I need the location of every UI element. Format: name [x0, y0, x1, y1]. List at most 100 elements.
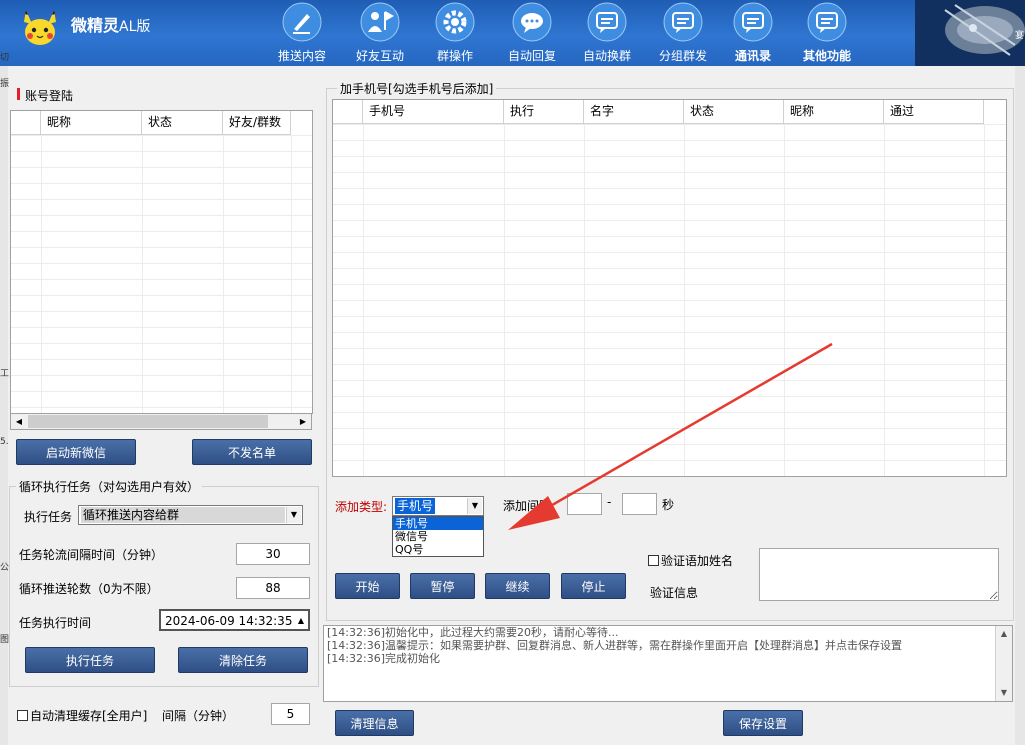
grid-line — [984, 124, 985, 476]
verify-name-label: 验证语加姓名 — [661, 554, 734, 568]
task-select-value: 循环推送内容给群 — [81, 507, 285, 523]
checkbox-icon[interactable] — [648, 555, 659, 566]
pause-button[interactable]: 暂停 — [410, 573, 475, 599]
nav-group-ops[interactable]: 群操作 — [418, 2, 492, 64]
column-header-status[interactable]: 状态 — [684, 100, 784, 124]
dropdown-option[interactable]: 微信号 — [393, 530, 483, 543]
add-type-value: 手机号 — [395, 498, 436, 514]
grid-line — [291, 135, 292, 413]
nav-friend-interact[interactable]: 好友互动 — [343, 2, 417, 64]
scroll-up-icon[interactable]: ▲ — [996, 626, 1012, 642]
exec-time-picker[interactable]: 2024-06-09 14:32:35 ▲ — [159, 609, 310, 631]
scroll-thumb[interactable] — [28, 415, 268, 428]
nav-group-broadcast[interactable]: 分组群发 — [646, 2, 720, 64]
account-table[interactable]: 昵称 状态 好友/群数 — [10, 110, 313, 414]
table-header: 手机号 执行 名字 状态 昵称 通过 — [333, 100, 984, 124]
scroll-down-icon[interactable]: ▼ — [996, 685, 1012, 701]
column-header-phone[interactable]: 手机号 — [363, 100, 504, 124]
grid-line — [223, 135, 224, 413]
grid-line — [363, 124, 364, 476]
interval-input[interactable] — [236, 543, 310, 565]
interval-min-input[interactable] — [567, 493, 602, 515]
run-task-button[interactable]: 执行任务 — [25, 647, 155, 673]
grid-line — [684, 124, 685, 476]
stop-button[interactable]: 停止 — [561, 573, 626, 599]
add-type-dropdown[interactable]: 手机号 微信号 QQ号 — [392, 516, 484, 557]
edge-text: 宴 — [1015, 31, 1025, 41]
pen-icon — [282, 2, 322, 42]
seconds-unit: 秒 — [662, 498, 675, 512]
nav-other-functions[interactable]: 其他功能 — [790, 2, 864, 64]
nav-push-content[interactable]: 推送内容 — [265, 2, 339, 64]
user-flag-icon — [360, 2, 400, 42]
edge-text: 振 — [0, 79, 10, 89]
interval-max-input[interactable] — [622, 493, 657, 515]
grid-line — [504, 124, 505, 476]
rounds-input[interactable] — [236, 577, 310, 599]
column-header-status[interactable]: 状态 — [142, 111, 223, 135]
resume-button[interactable]: 继续 — [485, 573, 550, 599]
nav-auto-reply[interactable]: 自动回复 — [495, 2, 569, 64]
log-line: [14:32:36]完成初始化 — [327, 652, 440, 665]
column-header-name[interactable]: 名字 — [584, 100, 684, 124]
grid-line — [784, 124, 785, 476]
verify-info-input[interactable] — [759, 548, 999, 601]
phone-table[interactable]: 手机号 执行 名字 状态 昵称 通过 — [332, 99, 1007, 477]
log-panel[interactable]: [14:32:36]初始化中，此过程大约需要20秒，请耐心等待... [14:3… — [323, 625, 1013, 702]
account-login-title: 账号登陆 — [25, 89, 74, 103]
task-select[interactable]: 循环推送内容给群 ▼ — [78, 505, 303, 525]
right-edge-strip — [1015, 66, 1025, 745]
auto-clear-cache-label: 自动清理缓存[全用户] — [30, 709, 148, 723]
table-header: 昵称 状态 好友/群数 — [11, 111, 291, 135]
start-new-wechat-button[interactable]: 启动新微信 — [16, 439, 136, 465]
scroll-left-icon[interactable]: ◀ — [11, 414, 27, 429]
auto-clear-cache-checkbox[interactable]: 自动清理缓存[全用户] — [17, 707, 147, 724]
add-interval-label: 添加间隔 — [503, 499, 552, 513]
scroll-right-icon[interactable]: ▶ — [295, 414, 311, 429]
spin-icon[interactable]: ▲ — [298, 611, 304, 631]
nav-contacts[interactable]: 通讯录 — [716, 2, 790, 64]
column-header-nickname[interactable]: 昵称 — [784, 100, 884, 124]
start-button[interactable]: 开始 — [335, 573, 400, 599]
gear-icon — [435, 2, 475, 42]
grid-line — [41, 135, 42, 413]
log-line: [14:32:36]温馨提示：如果需要护群、回复群消息、新人进群等，需在群操作里… — [327, 639, 902, 652]
chat-lines-icon — [587, 2, 627, 42]
accent-bar — [17, 88, 20, 100]
spaceship-decoration-icon — [915, 0, 1025, 66]
dropdown-option[interactable]: 手机号 — [393, 517, 483, 530]
cache-interval-label: 间隔（分钟） — [162, 709, 235, 723]
add-phone-title: 加手机号[勾选手机号后添加] — [337, 80, 497, 97]
add-type-label: 添加类型: — [335, 500, 388, 514]
column-header-friend-count[interactable]: 好友/群数 — [223, 111, 291, 135]
loop-task-title: 循环执行任务（对勾选用户有效） — [16, 478, 203, 495]
verify-name-checkbox[interactable]: 验证语加姓名 — [648, 552, 733, 569]
column-header-exec[interactable]: 执行 — [504, 100, 584, 124]
account-table-hscroll[interactable]: ◀ ▶ — [10, 413, 312, 430]
blacklist-button[interactable]: 不发名单 — [192, 439, 312, 465]
checkbox-icon[interactable] — [17, 710, 28, 721]
edge-text: 5. — [0, 437, 9, 447]
chevron-down-icon[interactable]: ▼ — [286, 507, 301, 523]
interval-label: 任务轮流间隔时间（分钟） — [19, 548, 164, 562]
cache-interval-input[interactable] — [271, 703, 310, 725]
column-header-nickname[interactable]: 昵称 — [41, 111, 142, 135]
chevron-down-icon[interactable]: ▼ — [467, 498, 482, 514]
grid-line — [884, 124, 885, 476]
column-header-check — [333, 100, 363, 124]
clear-log-button[interactable]: 清理信息 — [335, 710, 414, 736]
task-label: 执行任务 — [24, 510, 73, 524]
dropdown-option[interactable]: QQ号 — [393, 543, 483, 556]
app-header: 微精灵AL版 推送内容 好友互动 群操作 自动回复 自动换群 分组群发 通讯录 … — [0, 0, 1025, 66]
verify-info-label: 验证信息 — [650, 586, 699, 600]
exec-time-label: 任务执行时间 — [19, 616, 92, 630]
rounds-label: 循环推送轮数（0为不限） — [19, 582, 159, 596]
log-vscroll[interactable]: ▲ ▼ — [995, 626, 1012, 701]
add-type-select[interactable]: 手机号 ▼ — [392, 496, 484, 516]
clear-task-button[interactable]: 清除任务 — [178, 647, 308, 673]
nav-auto-switch-group[interactable]: 自动换群 — [570, 2, 644, 64]
edge-text: 工] — [0, 369, 10, 379]
column-header-passed[interactable]: 通过 — [884, 100, 984, 124]
chat-dots-icon — [512, 2, 552, 42]
save-settings-button[interactable]: 保存设置 — [723, 710, 803, 736]
